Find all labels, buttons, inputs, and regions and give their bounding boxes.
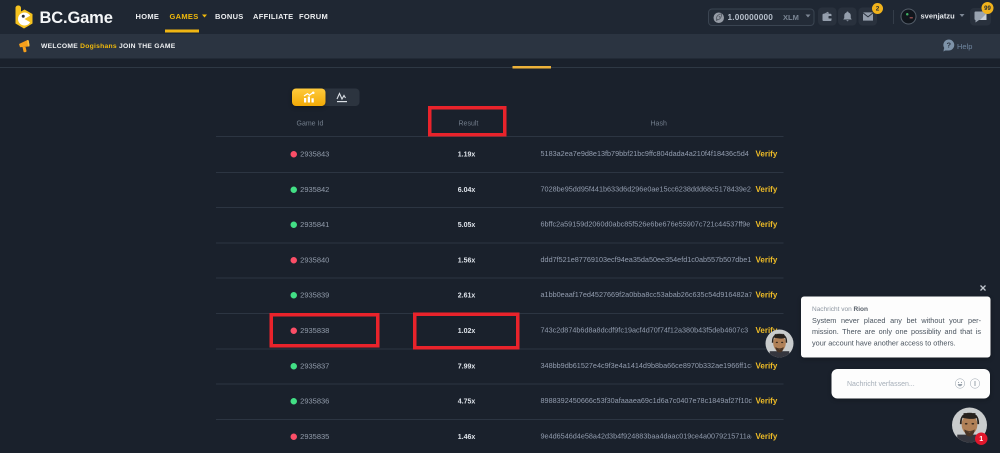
- svg-text:?: ?: [946, 41, 951, 50]
